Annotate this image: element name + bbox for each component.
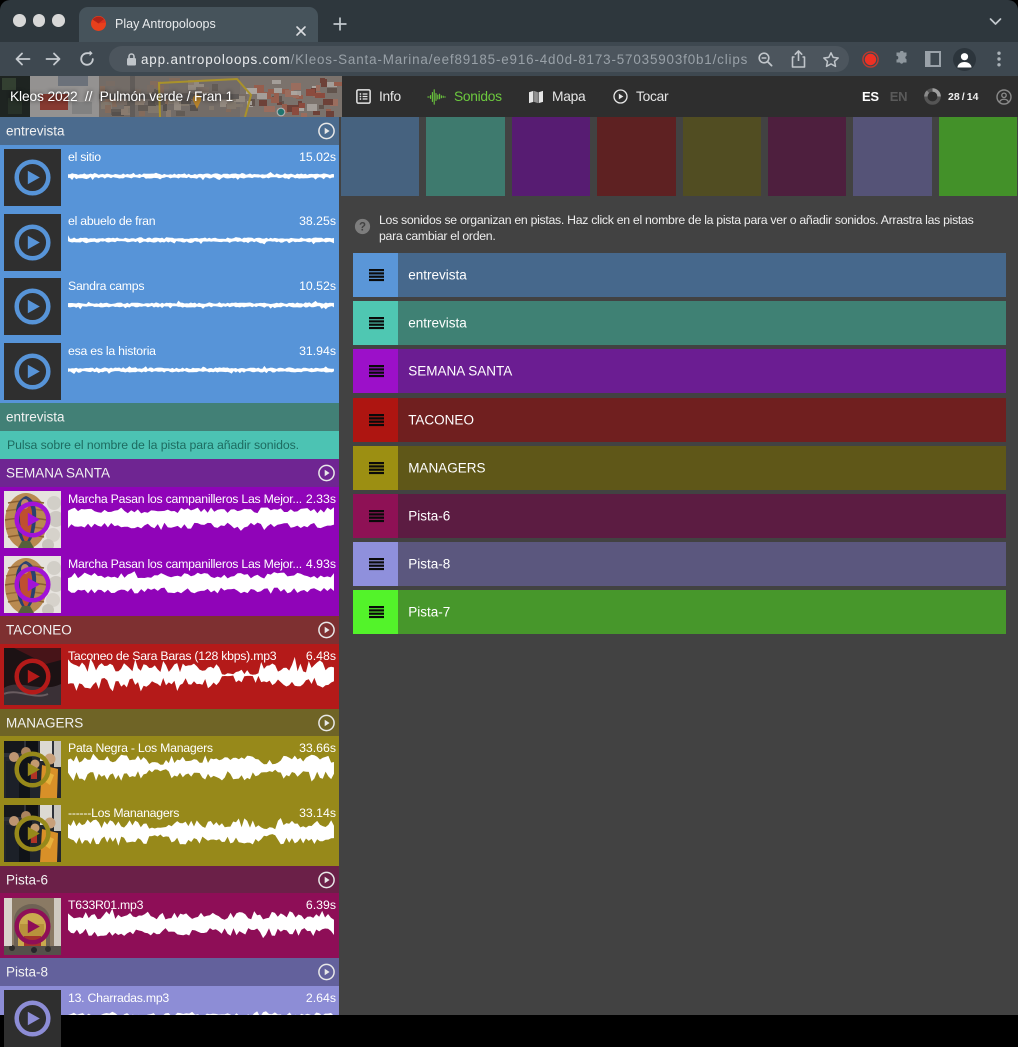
svg-text:?: ? — [359, 221, 366, 233]
